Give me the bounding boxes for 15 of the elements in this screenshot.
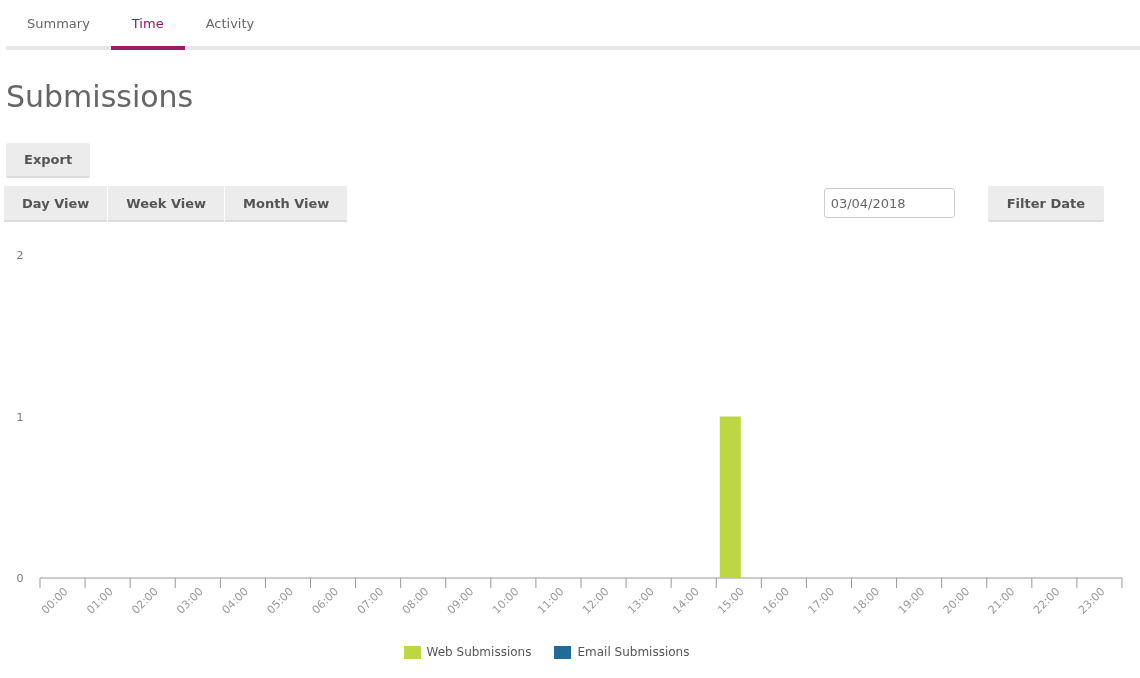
view-button[interactable]: Month View: [225, 186, 348, 220]
view-button[interactable]: Day View: [4, 186, 108, 220]
legend-label: Email Submissions: [577, 645, 690, 659]
y-axis-label: 2: [16, 249, 24, 262]
tab[interactable]: Activity: [184, 0, 276, 50]
date-field[interactable]: 03/04/2018: [823, 188, 955, 218]
tab[interactable]: Summary: [6, 0, 111, 50]
y-axis-label: 0: [16, 572, 24, 585]
export-button[interactable]: Export: [6, 143, 91, 176]
page-title: Submissions: [6, 78, 195, 116]
tab[interactable]: Time: [110, 0, 185, 50]
legend-label: Web Submissions: [426, 645, 532, 659]
filter-date-button[interactable]: Filter Date: [987, 186, 1104, 220]
view-button[interactable]: Week View: [108, 186, 225, 220]
y-axis-label: 1: [16, 410, 24, 424]
